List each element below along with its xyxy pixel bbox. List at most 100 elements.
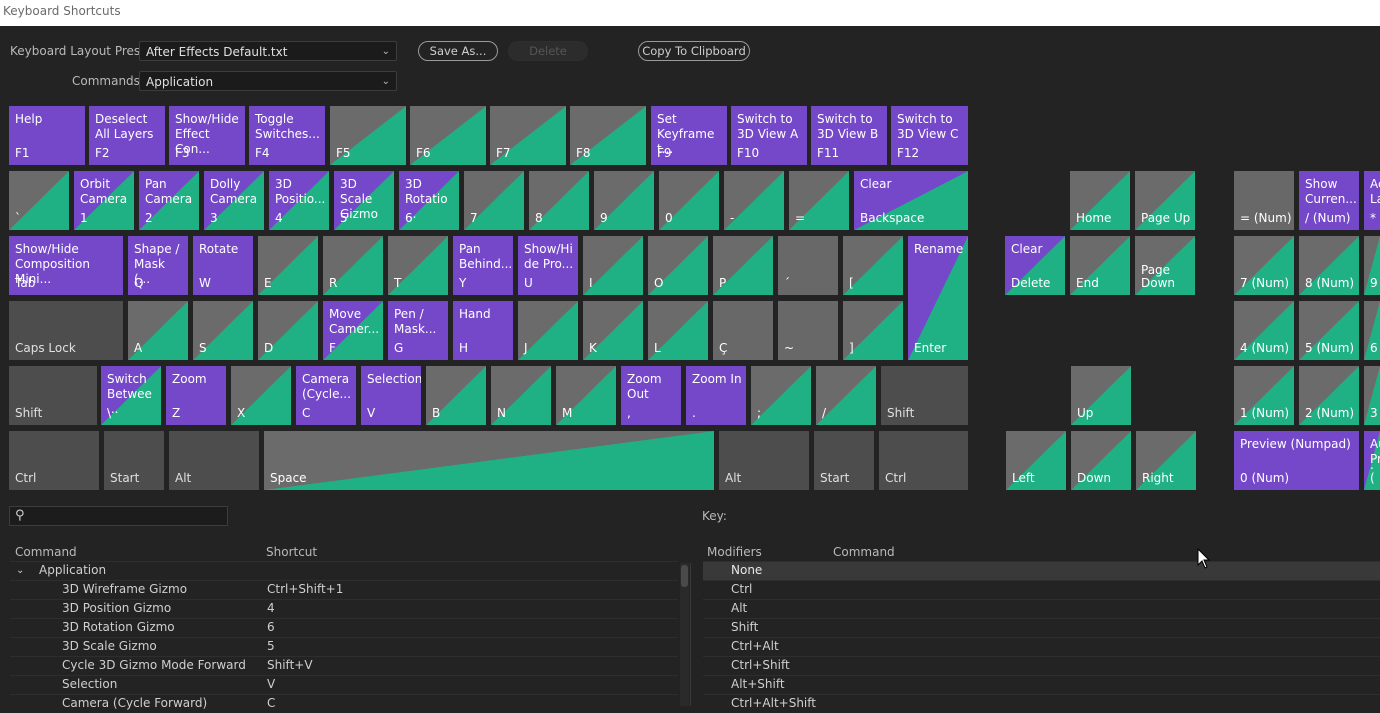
key-semicolon[interactable]: ;: [751, 366, 811, 425]
key-b[interactable]: B: [426, 366, 486, 425]
key-v[interactable]: Selection V: [361, 366, 421, 425]
table-row[interactable]: 3D Rotation Gizmo 6: [10, 618, 678, 637]
key-left[interactable]: Left: [1006, 431, 1066, 490]
shortcut-cell[interactable]: 4: [267, 599, 275, 618]
key-y[interactable]: Pan Behind... Y: [453, 236, 513, 295]
modifiers-column-header[interactable]: Modifiers: [707, 545, 762, 559]
key-lbracket[interactable]: [: [843, 236, 903, 295]
key-pageup[interactable]: Page Up: [1135, 171, 1195, 230]
key-rstart[interactable]: Start: [814, 431, 874, 490]
table-row[interactable]: Cycle 3D Gizmo Mode Forward Shift+V: [10, 656, 678, 675]
copy-to-clipboard-button[interactable]: Copy To Clipboard: [638, 41, 750, 61]
key-num5[interactable]: 5 (Num): [1299, 301, 1359, 360]
key-period[interactable]: Zoom In.: [686, 366, 746, 425]
key-num8[interactable]: 8 (Num): [1299, 236, 1359, 295]
key-d[interactable]: D: [258, 301, 318, 360]
key-command-column-header[interactable]: Command: [833, 545, 895, 559]
key-i[interactable]: I: [583, 236, 643, 295]
key-f8[interactable]: F8: [570, 106, 646, 165]
key-lalt[interactable]: Alt: [169, 431, 259, 490]
key-caps[interactable]: Caps Lock: [9, 301, 123, 360]
key-up[interactable]: Up: [1071, 366, 1131, 425]
key-w[interactable]: Rotate W: [193, 236, 253, 295]
key-rctrl[interactable]: Ctrl: [879, 431, 968, 490]
modifier-row[interactable]: Ctrl+Alt: [703, 637, 1380, 656]
key-k6[interactable]: 3D Rotatio ... 6: [399, 171, 459, 230]
key-tab[interactable]: Show/Hide Composition Mini... Tab: [9, 236, 123, 295]
key-pagedown[interactable]: Page Down: [1135, 236, 1195, 295]
key-u[interactable]: Show/Hi de Pro... U: [518, 236, 578, 295]
key-f5[interactable]: F5: [330, 106, 406, 165]
key-lstart[interactable]: Start: [104, 431, 164, 490]
key-k0[interactable]: 0: [659, 171, 719, 230]
key-k1[interactable]: Orbit Camera 1: [74, 171, 134, 230]
key-t[interactable]: T: [388, 236, 448, 295]
key-k2[interactable]: Pan Camera 2: [139, 171, 199, 230]
table-row[interactable]: Selection V: [10, 675, 678, 694]
key-enter[interactable]: Rename Enter: [908, 236, 968, 360]
key-k4[interactable]: 3D Positio... 4: [269, 171, 329, 230]
key-num1[interactable]: 1 (Num): [1234, 366, 1294, 425]
key-num7[interactable]: 7 (Num): [1234, 236, 1294, 295]
table-row[interactable]: 3D Wireframe Gizmo Ctrl+Shift+1: [10, 580, 678, 599]
preset-dropdown[interactable]: After Effects Default.txt ⌄: [139, 41, 397, 61]
key-backtick[interactable]: `: [9, 171, 69, 230]
key-comma[interactable]: Zoom Out,: [621, 366, 681, 425]
key-space[interactable]: Space: [264, 431, 714, 490]
key-n[interactable]: N: [491, 366, 551, 425]
key-home[interactable]: Home: [1070, 171, 1130, 230]
command-column-header[interactable]: Command: [15, 545, 77, 559]
key-h[interactable]: Hand H: [453, 301, 513, 360]
key-k5[interactable]: 3D Scale Gizmo 5: [334, 171, 394, 230]
key-r[interactable]: R: [323, 236, 383, 295]
key-f10[interactable]: Switch to 3D View A F10: [731, 106, 807, 165]
key-l[interactable]: L: [648, 301, 708, 360]
key-backslash[interactable]: Switch Betwee ... \: [101, 366, 161, 425]
modifier-row[interactable]: Alt: [703, 599, 1380, 618]
shortcut-cell[interactable]: V: [267, 675, 275, 694]
modifier-row[interactable]: Ctrl+Shift: [703, 656, 1380, 675]
key-j[interactable]: J: [518, 301, 578, 360]
key-num0[interactable]: Preview (Numpad) 0 (Num): [1234, 431, 1359, 490]
key-num2[interactable]: 2 (Num): [1299, 366, 1359, 425]
key-down[interactable]: Down: [1071, 431, 1131, 490]
key-k9[interactable]: 9: [594, 171, 654, 230]
key-f6[interactable]: F6: [410, 106, 486, 165]
key-backspace[interactable]: Clear Backspace: [854, 171, 968, 230]
key-f7[interactable]: F7: [490, 106, 566, 165]
key-ccedil[interactable]: Ç: [713, 301, 773, 360]
command-list-scrollbar[interactable]: [680, 563, 689, 706]
key-end[interactable]: End: [1070, 236, 1130, 295]
key-k3[interactable]: Dolly Camera 3: [204, 171, 264, 230]
group-row[interactable]: ⌄ Application: [10, 561, 678, 580]
key-right[interactable]: Right: [1136, 431, 1196, 490]
key-p[interactable]: P: [713, 236, 773, 295]
shortcut-cell[interactable]: Ctrl+Shift+1: [267, 580, 343, 599]
delete-button[interactable]: Delete: [508, 41, 588, 61]
key-rshift[interactable]: Shift: [881, 366, 968, 425]
key-f1[interactable]: Help F1: [9, 106, 85, 165]
key-slash[interactable]: /: [816, 366, 876, 425]
shortcut-cell[interactable]: Shift+V: [267, 656, 313, 675]
key-a[interactable]: A: [128, 301, 188, 360]
key-o[interactable]: O: [648, 236, 708, 295]
key-numeq[interactable]: = (Num): [1234, 171, 1294, 230]
shortcut-cell[interactable]: C: [267, 694, 275, 713]
scrollbar-thumb[interactable]: [681, 565, 688, 587]
key-k[interactable]: K: [583, 301, 643, 360]
modifier-row[interactable]: Ctrl+Alt+Shift: [703, 694, 1380, 713]
key-tilde[interactable]: ~: [778, 301, 838, 360]
key-f9[interactable]: Set Keyframe t... F9: [651, 106, 727, 165]
key-z[interactable]: Zoom Z: [166, 366, 226, 425]
commands-dropdown[interactable]: Application ⌄: [139, 71, 397, 91]
key-f[interactable]: Move Camer... F: [323, 301, 383, 360]
key-num3[interactable]: 3: [1364, 366, 1380, 425]
key-f4[interactable]: Toggle Switches... F4: [249, 106, 325, 165]
key-k7[interactable]: 7: [464, 171, 524, 230]
key-lshift[interactable]: Shift: [9, 366, 97, 425]
key-ralt[interactable]: Alt: [719, 431, 809, 490]
key-c[interactable]: Camera (Cycle... C: [296, 366, 356, 425]
table-row[interactable]: Camera (Cycle Forward) C: [10, 694, 678, 713]
key-num9[interactable]: 9: [1364, 236, 1380, 295]
key-acute[interactable]: ´: [778, 236, 838, 295]
